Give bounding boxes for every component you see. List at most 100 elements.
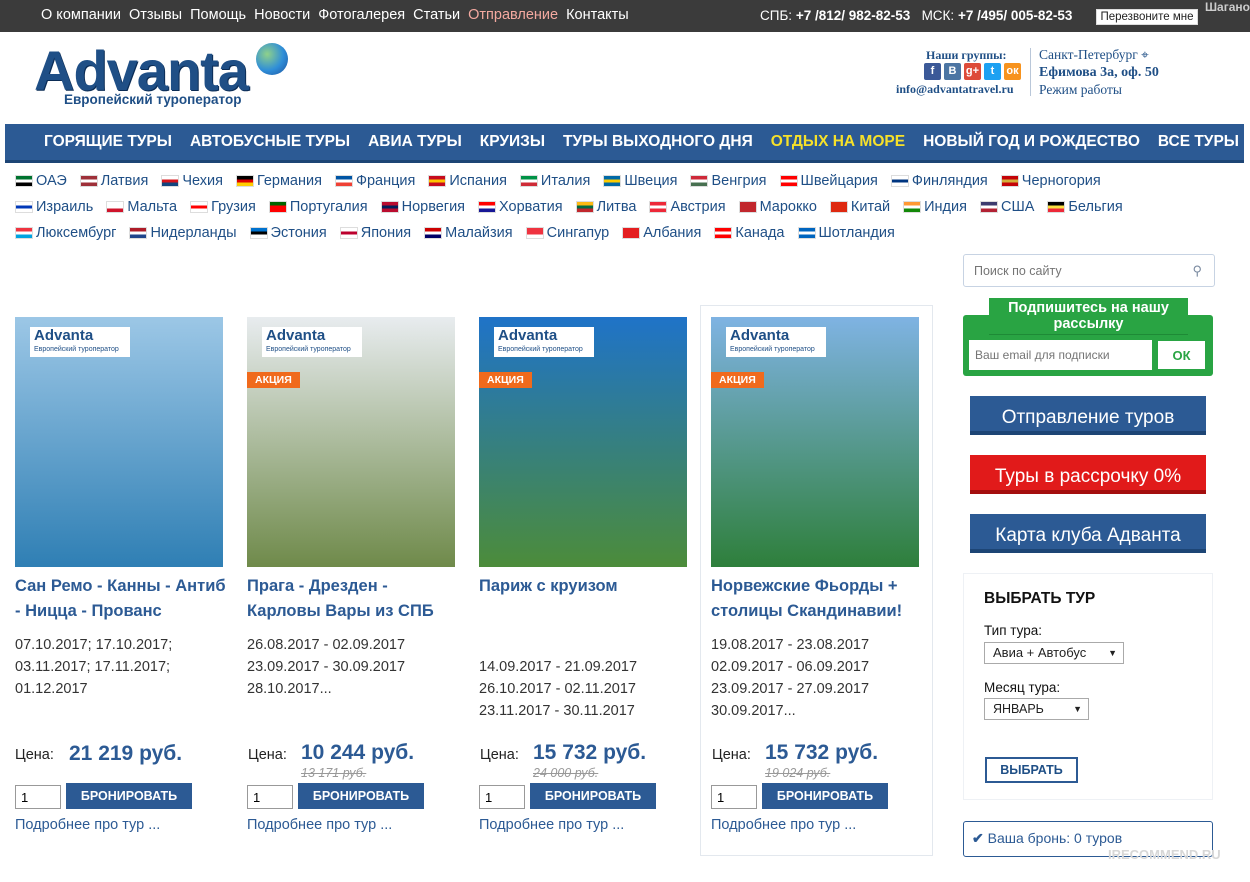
odnoklassniki-icon[interactable]: ок bbox=[1004, 63, 1021, 80]
quantity-field[interactable] bbox=[479, 785, 525, 809]
top-nav-item[interactable]: О компании bbox=[41, 7, 121, 23]
country-link[interactable]: Люксембург bbox=[15, 225, 116, 241]
country-link[interactable]: Шотландия bbox=[797, 225, 895, 241]
country-link[interactable]: Грузия bbox=[190, 199, 256, 215]
country-link[interactable]: Бельгия bbox=[1047, 199, 1123, 215]
top-nav-item[interactable]: Контакты bbox=[566, 7, 629, 23]
country-link[interactable]: Эстония bbox=[249, 225, 327, 241]
country-link[interactable]: Япония bbox=[339, 225, 411, 241]
main-nav-item[interactable]: АВТОБУСНЫЕ ТУРЫ bbox=[190, 133, 350, 151]
flag-icon bbox=[1047, 201, 1066, 213]
spb-phone[interactable]: +7 /812/ 982-82-53 bbox=[796, 8, 910, 23]
facebook-icon[interactable]: f bbox=[924, 63, 941, 80]
main-nav-item[interactable]: АВИА ТУРЫ bbox=[368, 133, 462, 151]
main-nav-item[interactable]: КРУИЗЫ bbox=[480, 133, 545, 151]
working-hours-link[interactable]: Режим работы bbox=[1039, 82, 1122, 98]
installment-tours-button[interactable]: Туры в рассрочку 0% bbox=[970, 455, 1206, 494]
country-link[interactable]: Черногория bbox=[1000, 173, 1101, 189]
badge-subtitle: Европейский туроператор bbox=[730, 346, 815, 353]
country-link[interactable]: Италия bbox=[519, 173, 590, 189]
subscribe-ok-button[interactable]: ОК bbox=[1158, 341, 1205, 369]
country-link[interactable]: Испания bbox=[428, 173, 507, 189]
subscribe-email-field[interactable] bbox=[969, 340, 1152, 370]
country-link[interactable]: Марокко bbox=[738, 199, 817, 215]
quantity-field[interactable] bbox=[15, 785, 61, 809]
country-link[interactable]: Финляндия bbox=[890, 173, 988, 189]
country-link[interactable]: Норвегия bbox=[380, 199, 465, 215]
book-button[interactable]: БРОНИРОВАТЬ bbox=[66, 783, 192, 809]
top-nav-item[interactable]: Статьи bbox=[413, 7, 460, 23]
country-link[interactable]: Сингапур bbox=[525, 225, 609, 241]
tour-details-link[interactable]: Подробнее про тур ... bbox=[711, 817, 856, 833]
tour-image[interactable]: Advanta Европейский туроператор bbox=[15, 317, 223, 567]
country-link[interactable]: Литва bbox=[575, 199, 636, 215]
contact-email[interactable]: info@advantatravel.ru bbox=[896, 82, 1014, 97]
country-link[interactable]: Канада bbox=[714, 225, 785, 241]
book-button[interactable]: БРОНИРОВАТЬ bbox=[530, 783, 656, 809]
city[interactable]: Санкт-Петербург ⌖ bbox=[1039, 47, 1149, 63]
country-link[interactable]: ОАЭ bbox=[15, 173, 67, 189]
quantity-field[interactable] bbox=[247, 785, 293, 809]
top-nav-item[interactable]: Отзывы bbox=[129, 7, 182, 23]
country-link[interactable]: Латвия bbox=[79, 173, 148, 189]
departures-button[interactable]: Отправление туров bbox=[970, 396, 1206, 435]
tour-title-link[interactable]: Норвежские Фьорды + столицы Скандинавии! bbox=[711, 574, 926, 624]
country-link[interactable]: Нидерланды bbox=[129, 225, 237, 241]
tour-type-select[interactable]: Авиа + Автобус ▼ bbox=[984, 642, 1124, 664]
main-nav-item[interactable]: ВСЕ ТУРЫ bbox=[1158, 133, 1239, 151]
tour-image[interactable]: Advanta Европейский туроператор АКЦИЯ bbox=[711, 317, 919, 567]
tour-title-link[interactable]: Париж с круизом bbox=[479, 574, 694, 599]
book-button[interactable]: БРОНИРОВАТЬ bbox=[298, 783, 424, 809]
main-nav-item[interactable]: ТУРЫ ВЫХОДНОГО ДНЯ bbox=[563, 133, 753, 151]
main-nav-item[interactable]: ОТДЫХ НА МОРЕ bbox=[771, 133, 905, 151]
tour-image[interactable]: Advanta Европейский туроператор АКЦИЯ bbox=[479, 317, 687, 567]
top-nav-item[interactable]: Новости bbox=[254, 7, 310, 23]
country-link[interactable]: Франция bbox=[334, 173, 415, 189]
country-link[interactable]: Португалия bbox=[268, 199, 368, 215]
country-link[interactable]: Китай bbox=[829, 199, 890, 215]
tour-date-line: 28.10.2017... bbox=[247, 681, 332, 697]
top-nav-item[interactable]: Помощь bbox=[190, 7, 246, 23]
tour-details-link[interactable]: Подробнее про тур ... bbox=[247, 817, 392, 833]
twitter-icon[interactable]: t bbox=[984, 63, 1001, 80]
country-link[interactable]: Венгрия bbox=[690, 173, 767, 189]
tour-title-link[interactable]: Прага - Дрезден - Карловы Вары из СПБ bbox=[247, 574, 462, 624]
main-nav-item[interactable]: НОВЫЙ ГОД И РОЖДЕСТВО bbox=[923, 133, 1140, 151]
top-nav-item[interactable]: Отправление bbox=[468, 7, 558, 23]
top-nav-item[interactable]: Фотогалерея bbox=[318, 7, 405, 23]
search-input[interactable] bbox=[964, 255, 1164, 286]
country-link[interactable]: США bbox=[979, 199, 1034, 215]
tour-details-link[interactable]: Подробнее про тур ... bbox=[479, 817, 624, 833]
country-link[interactable]: Швеция bbox=[603, 173, 677, 189]
tour-title-link[interactable]: Сан Ремо - Канны - Антиб - Ницца - Прова… bbox=[15, 574, 230, 624]
country-link[interactable]: Малайзия bbox=[424, 225, 513, 241]
callback-button[interactable]: Перезвоните мне bbox=[1096, 9, 1198, 25]
country-link[interactable]: Израиль bbox=[15, 199, 93, 215]
country-link[interactable]: Мальта bbox=[106, 199, 177, 215]
country-link[interactable]: Чехия bbox=[161, 173, 223, 189]
search-icon[interactable]: ⚲ bbox=[1192, 263, 1202, 279]
country-link[interactable]: Германия bbox=[235, 173, 322, 189]
tour-details-link[interactable]: Подробнее про тур ... bbox=[15, 817, 160, 833]
vk-icon[interactable]: В bbox=[944, 63, 961, 80]
country-name: Израиль bbox=[36, 199, 94, 215]
tour-month-select[interactable]: ЯНВАРЬ ▼ bbox=[984, 698, 1089, 720]
country-name: Германия bbox=[256, 173, 322, 189]
club-card-button[interactable]: Карта клуба Адванта bbox=[970, 514, 1206, 553]
country-link[interactable]: Хорватия bbox=[478, 199, 563, 215]
country-link[interactable]: Индия bbox=[903, 199, 967, 215]
country-link[interactable]: Албания bbox=[622, 225, 701, 241]
quantity-field[interactable] bbox=[711, 785, 757, 809]
country-name: Испания bbox=[449, 173, 507, 189]
site-search[interactable]: ⚲ bbox=[963, 254, 1215, 287]
country-link[interactable]: Швейцария bbox=[779, 173, 878, 189]
country-link[interactable]: Австрия bbox=[649, 199, 726, 215]
msk-phone[interactable]: +7 /495/ 005-82-53 bbox=[958, 8, 1072, 23]
main-nav-item[interactable]: ГОРЯЩИЕ ТУРЫ bbox=[44, 133, 172, 151]
badge-logo-text: Advanta bbox=[266, 327, 326, 344]
country-row: Израиль Мальта Грузия Португалия Норвегия Хор… bbox=[15, 194, 1245, 220]
google-plus-icon[interactable]: g+ bbox=[964, 63, 981, 80]
tour-image[interactable]: Advanta Европейский туроператор АКЦИЯ bbox=[247, 317, 455, 567]
choose-tour-button[interactable]: ВЫБРАТЬ bbox=[985, 757, 1078, 783]
book-button[interactable]: БРОНИРОВАТЬ bbox=[762, 783, 888, 809]
